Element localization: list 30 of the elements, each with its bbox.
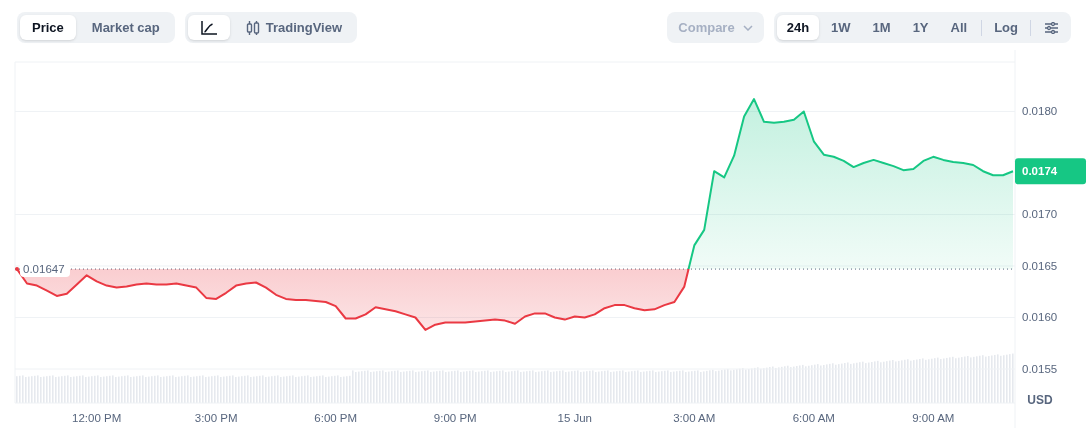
sliders-icon — [1045, 21, 1058, 34]
y-axis-label: 0.0160 — [1022, 311, 1058, 324]
line-chart-icon — [200, 20, 217, 35]
x-axis-label: 12:00 PM — [72, 412, 122, 424]
x-axis-label: 3:00 AM — [673, 412, 716, 424]
x-axis-label: 15 Jun — [557, 412, 593, 424]
ref-line-label: 0.01647 — [23, 263, 65, 276]
x-axis-label: 9:00 PM — [433, 412, 477, 424]
metric-tab[interactable]: Price — [20, 15, 76, 40]
currency-label: USD — [1027, 393, 1053, 407]
x-axis-label: 3:00 PM — [194, 412, 238, 424]
metric-tab[interactable]: Market cap — [79, 15, 172, 40]
y-axis-label: 0.0165 — [1022, 260, 1058, 272]
log-scale-toggle[interactable]: Log — [986, 15, 1026, 40]
x-axis-label: 9:00 AM — [912, 412, 955, 424]
x-axis-label: 6:00 PM — [314, 412, 358, 424]
start-point-marker — [15, 267, 19, 272]
chevron-down-icon — [742, 24, 753, 31]
candlestick-icon — [245, 20, 260, 35]
time-range-tab[interactable]: 24h — [776, 15, 820, 40]
x-axis-label: 6:00 AM — [792, 412, 835, 424]
time-range-tab[interactable]: 1Y — [902, 15, 939, 40]
y-axis-label: 0.0155 — [1022, 363, 1058, 375]
y-axis-label: 0.0170 — [1022, 208, 1058, 221]
time-range-tab[interactable]: 1W — [821, 15, 861, 40]
time-range-tab[interactable]: 1M — [862, 15, 901, 40]
last-price-tag: 0.0174 — [1015, 158, 1086, 185]
line-chart-tab[interactable] — [187, 15, 230, 40]
y-axis-label: 0.0180 — [1022, 105, 1058, 118]
time-range-tab[interactable]: All — [940, 15, 978, 40]
